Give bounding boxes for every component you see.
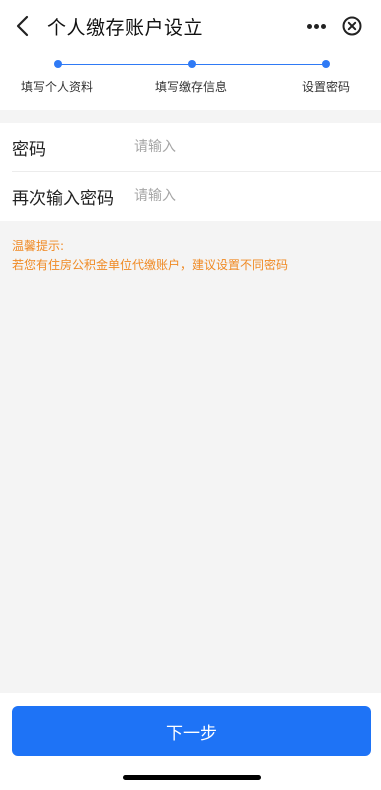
home-indicator [123, 775, 261, 780]
step-dot-3 [322, 60, 330, 68]
password-form: 密码 再次输入密码 [0, 123, 381, 221]
more-button[interactable] [292, 10, 338, 42]
mini-program-capsule [292, 10, 374, 42]
page-title: 个人缴存账户设立 [47, 17, 204, 39]
tips-title: 温馨提示: [12, 239, 65, 253]
password-row: 密码 [0, 123, 381, 172]
confirm-password-row: 再次输入密码 [0, 172, 381, 220]
step-label-3: 设置密码 [302, 80, 351, 94]
step-dot-1 [54, 60, 62, 68]
more-dots-icon [307, 24, 312, 29]
confirm-password-input[interactable] [134, 182, 364, 210]
tips: 温馨提示: 若您有住房公积金单位代缴账户，建议设置不同密码 [12, 237, 288, 275]
header: 个人缴存账户设立 填写个人资料 填写缴存信息 设置密码 [0, 0, 381, 110]
close-button[interactable] [340, 14, 364, 38]
confirm-password-label: 再次输入密码 [12, 189, 114, 209]
step-label-1: 填写个人资料 [21, 80, 94, 94]
next-step-button[interactable]: 下一步 [12, 706, 371, 756]
chevron-left-icon [16, 15, 29, 37]
password-input[interactable] [134, 133, 364, 161]
step-dot-2 [188, 60, 196, 68]
tips-text: 若您有住房公积金单位代缴账户，建议设置不同密码 [12, 258, 289, 272]
password-label: 密码 [12, 140, 46, 160]
progress-stepper: 填写个人资料 填写缴存信息 设置密码 [0, 56, 381, 106]
title-bar: 个人缴存账户设立 [0, 0, 381, 54]
back-button[interactable] [10, 12, 38, 40]
close-circle-icon [342, 16, 362, 36]
step-label-2: 填写缴存信息 [155, 80, 228, 94]
bottom-bar: 下一步 [0, 693, 381, 790]
more-dots-icon-dot [314, 24, 319, 29]
more-dots-icon-dot [321, 24, 326, 29]
